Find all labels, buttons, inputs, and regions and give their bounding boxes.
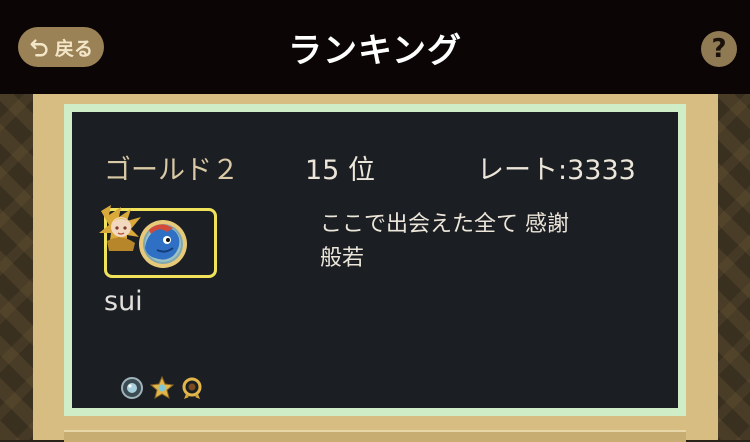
next-card-edge: [64, 430, 686, 442]
blue-monster-icon: [139, 220, 187, 268]
gold-star-badge-icon: [150, 376, 174, 400]
rating: レート:3333: [477, 155, 636, 186]
badge-list: [120, 376, 204, 400]
silver-orb-badge-icon: [121, 377, 143, 399]
rank-name: ゴールド２: [104, 155, 239, 186]
username: sui: [104, 286, 143, 317]
header-bar: 戻る ランキング ?: [0, 0, 750, 94]
help-button[interactable]: ?: [701, 31, 737, 67]
rank-place: 15 位: [305, 155, 375, 186]
page-title: ランキング: [288, 30, 462, 71]
gold-ring-badge-icon: [182, 377, 202, 399]
player-message: ここで出会えた全て 感謝 般若: [320, 212, 569, 271]
